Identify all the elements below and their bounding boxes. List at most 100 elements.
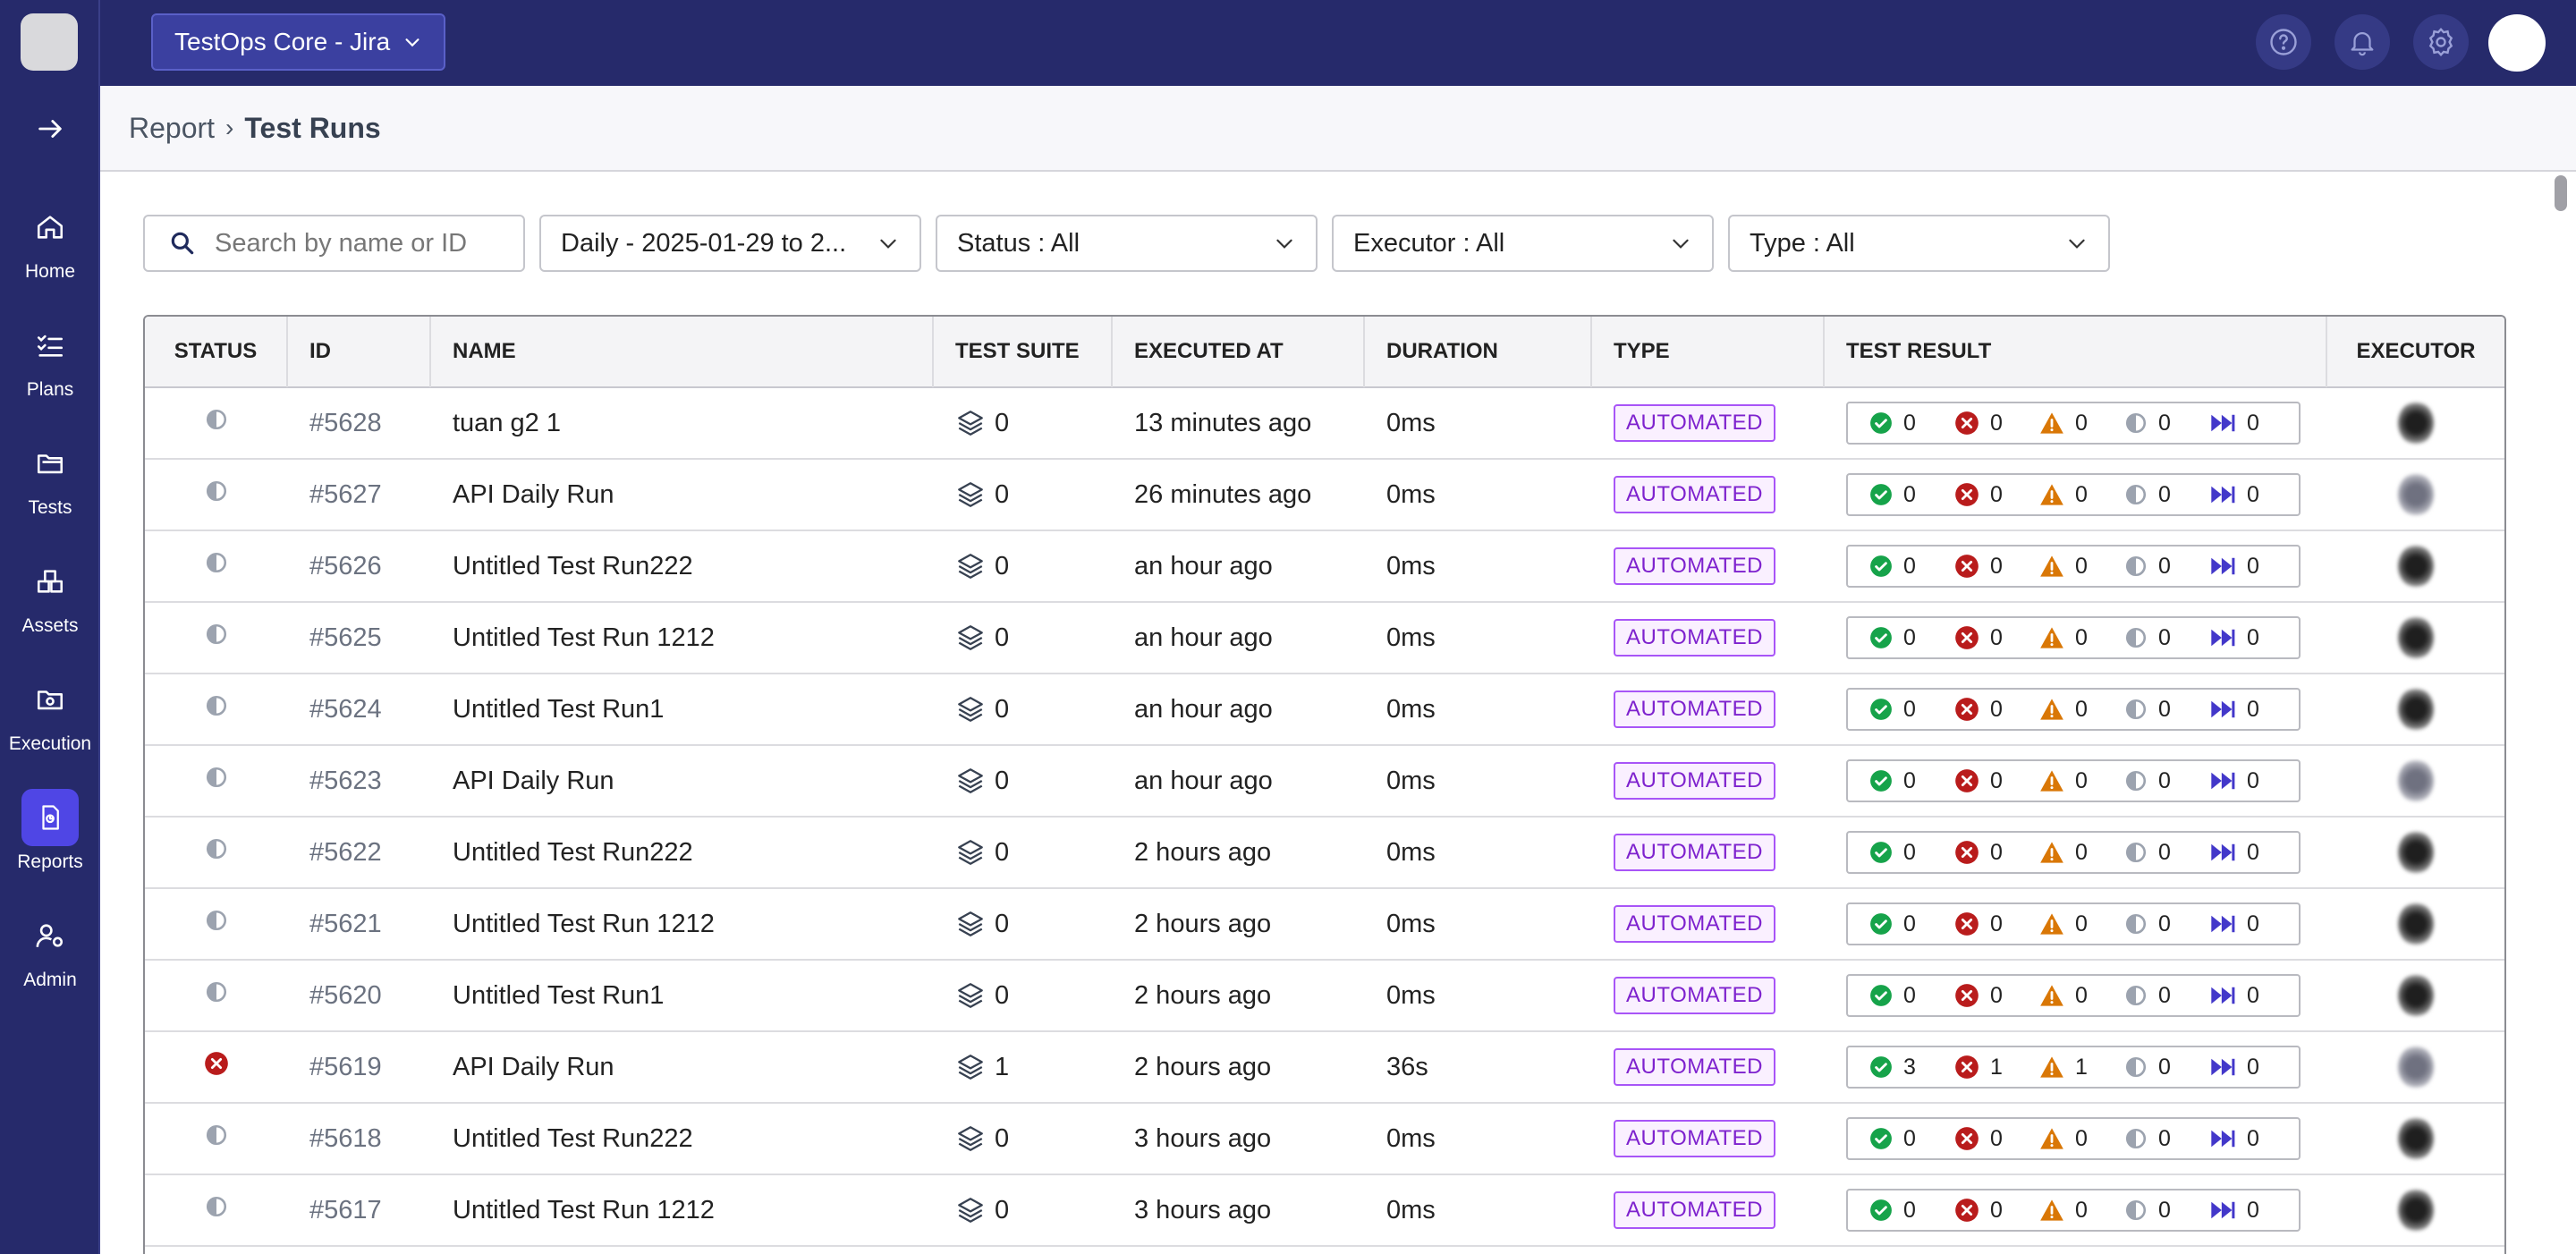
executor-avatar[interactable] <box>2398 1189 2434 1232</box>
scrollbar-thumb[interactable] <box>2555 175 2567 211</box>
search-box[interactable] <box>143 215 525 272</box>
table-row[interactable]: #5626 Untitled Test Run222 0 an hour ago… <box>145 531 2504 603</box>
executor-avatar[interactable] <box>2398 902 2434 945</box>
test-suite-cell: 0 <box>934 1103 1113 1174</box>
run-name[interactable]: Untitled Test Run222 <box>431 530 934 602</box>
executor-avatar[interactable] <box>2398 1117 2434 1160</box>
app-logo[interactable] <box>21 13 78 71</box>
user-avatar[interactable] <box>2488 14 2546 72</box>
project-selector[interactable]: TestOps Core - Jira <box>151 13 446 71</box>
run-name[interactable]: Untitled Test Run1 <box>431 674 934 745</box>
passed-result: 0 <box>1869 697 1954 723</box>
table-row[interactable]: #5621 Untitled Test Run 1212 0 2 hours a… <box>145 889 2504 961</box>
test-result-summary[interactable]: 0 0 0 0 0 <box>1846 616 2301 659</box>
run-name[interactable]: Untitled Test Run222 <box>431 1103 934 1174</box>
expand-sidebar-button[interactable] <box>0 106 100 152</box>
table-row[interactable]: #5620 Untitled Test Run1 0 2 hours ago 0… <box>145 961 2504 1032</box>
run-id[interactable]: #5622 <box>288 817 431 888</box>
bell-icon <box>2351 32 2374 56</box>
sidebar-item-reports[interactable]: Reports <box>0 778 100 896</box>
sidebar-item-home[interactable]: Home <box>0 188 100 306</box>
date-range-dropdown[interactable]: Daily - 2025-01-29 to 2... <box>539 215 921 272</box>
run-name[interactable]: tuan g2 1 <box>431 387 934 459</box>
run-id[interactable]: #5619 <box>288 1031 431 1103</box>
test-result-summary[interactable]: 0 0 0 0 0 <box>1846 1117 2301 1160</box>
run-id[interactable]: #5628 <box>288 387 431 459</box>
test-result-summary[interactable]: 0 0 0 0 0 <box>1846 831 2301 874</box>
table-row[interactable]: #5625 Untitled Test Run 1212 0 an hour a… <box>145 603 2504 674</box>
table-row[interactable]: #5623 API Daily Run 0 an hour ago 0ms AU… <box>145 746 2504 818</box>
help-button[interactable] <box>2256 14 2311 70</box>
run-id[interactable]: #5621 <box>288 888 431 960</box>
run-id[interactable]: #5626 <box>288 530 431 602</box>
run-name[interactable]: Untitled Test Run 1212 <box>431 1174 934 1246</box>
column-header-name[interactable]: NAME <box>431 317 934 387</box>
table-row[interactable]: #5624 Untitled Test Run1 0 an hour ago 0… <box>145 674 2504 746</box>
column-header-duration[interactable]: DURATION <box>1365 317 1592 387</box>
executor-avatar[interactable] <box>2398 545 2434 588</box>
executor-avatar[interactable] <box>2398 688 2434 731</box>
run-name[interactable]: Untitled Test Run1 <box>431 960 934 1031</box>
sidebar-item-tests[interactable]: Tests <box>0 424 100 542</box>
run-id[interactable]: #5623 <box>288 745 431 817</box>
test-result-summary[interactable]: 0 0 0 0 0 <box>1846 402 2301 445</box>
sidebar-item-admin[interactable]: Admin <box>0 896 100 1014</box>
test-result-summary[interactable]: 0 0 0 0 0 <box>1846 902 2301 945</box>
executor-avatar[interactable] <box>2398 473 2434 516</box>
sidebar-item-plans[interactable]: Plans <box>0 306 100 424</box>
run-id[interactable]: #5624 <box>288 674 431 745</box>
page-scrollbar[interactable] <box>2551 172 2571 1254</box>
table-row[interactable]: #5618 Untitled Test Run222 0 3 hours ago… <box>145 1104 2504 1175</box>
incomplete-count: 0 <box>2158 481 2171 507</box>
executor-avatar[interactable] <box>2398 616 2434 659</box>
run-id[interactable]: #5625 <box>288 602 431 674</box>
column-header-id[interactable]: ID <box>288 317 431 387</box>
notifications-button[interactable] <box>2334 14 2390 70</box>
table-row[interactable]: #5628 tuan g2 1 0 13 minutes ago 0ms AUT… <box>145 388 2504 460</box>
test-result-summary[interactable]: 0 0 0 0 0 <box>1846 759 2301 802</box>
executor-avatar[interactable] <box>2398 1046 2434 1089</box>
run-name[interactable]: API Daily Run <box>431 1031 934 1103</box>
run-id[interactable]: #5627 <box>288 459 431 530</box>
test-result-summary[interactable]: 3 1 1 0 0 <box>1846 1046 2301 1089</box>
run-name[interactable]: Untitled Test Run 1212 <box>431 602 934 674</box>
executor-avatar[interactable] <box>2398 759 2434 802</box>
test-result-summary[interactable]: 0 0 0 0 0 <box>1846 473 2301 516</box>
run-name[interactable]: Untitled Test Run 1212 <box>431 888 934 960</box>
column-header-executed-at[interactable]: EXECUTED AT <box>1113 317 1365 387</box>
column-header-status[interactable]: STATUS <box>145 317 288 387</box>
run-name[interactable]: API Daily Run <box>431 745 934 817</box>
test-result-summary[interactable]: 0 0 0 0 0 <box>1846 688 2301 731</box>
run-name[interactable]: Untitled Test Run222 <box>431 817 934 888</box>
table-row[interactable]: #5622 Untitled Test Run222 0 2 hours ago… <box>145 818 2504 889</box>
settings-button[interactable] <box>2413 14 2469 70</box>
column-header-test-result[interactable]: TEST RESULT <box>1825 317 2327 387</box>
test-result-summary[interactable]: 0 0 0 0 0 <box>1846 1189 2301 1232</box>
sidebar-item-execution[interactable]: Execution <box>0 660 100 778</box>
run-id[interactable]: #5620 <box>288 960 431 1031</box>
test-result-summary[interactable]: 0 0 0 0 0 <box>1846 545 2301 588</box>
test-result-summary[interactable]: 0 0 0 0 0 <box>1846 974 2301 1017</box>
search-input[interactable] <box>215 228 510 258</box>
layers-icon <box>955 1123 986 1154</box>
column-header-test-suite[interactable]: TEST SUITE <box>934 317 1113 387</box>
failed-icon <box>1954 1126 1979 1151</box>
table-row[interactable]: #5619 API Daily Run 1 2 hours ago 36s AU… <box>145 1032 2504 1104</box>
run-name[interactable]: API Daily Run <box>431 459 934 530</box>
type-dropdown[interactable]: Type : All <box>1728 215 2110 272</box>
executor-avatar[interactable] <box>2398 831 2434 874</box>
executor-avatar[interactable] <box>2398 402 2434 445</box>
status-dropdown[interactable]: Status : All <box>936 215 1318 272</box>
column-header-type[interactable]: TYPE <box>1592 317 1825 387</box>
sidebar-item-assets[interactable]: Assets <box>0 542 100 660</box>
breadcrumb-parent[interactable]: Report <box>129 112 215 145</box>
run-id[interactable]: #5617 <box>288 1174 431 1246</box>
executor-avatar[interactable] <box>2398 974 2434 1017</box>
execution-icon <box>21 671 79 728</box>
column-header-executor[interactable]: EXECUTOR <box>2327 317 2504 387</box>
table-row[interactable]: #5617 Untitled Test Run 1212 0 3 hours a… <box>145 1175 2504 1247</box>
executor-dropdown[interactable]: Executor : All <box>1332 215 1714 272</box>
run-id[interactable]: #5618 <box>288 1103 431 1174</box>
warning-icon <box>2039 912 2064 936</box>
table-row[interactable]: #5627 API Daily Run 0 26 minutes ago 0ms… <box>145 460 2504 531</box>
